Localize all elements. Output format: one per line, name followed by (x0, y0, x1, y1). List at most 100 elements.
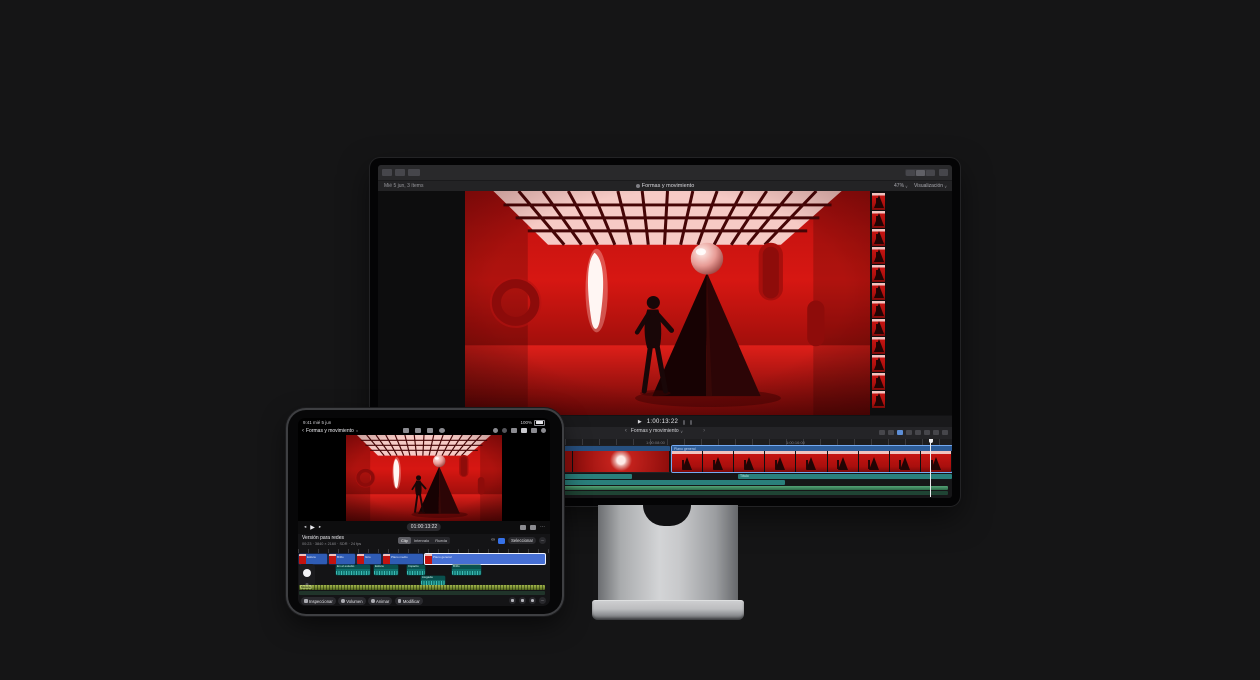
close-icon[interactable] (439, 428, 445, 433)
playhead-handle[interactable] (929, 439, 933, 443)
audio-meter-icon[interactable] (690, 420, 692, 425)
connected-clip[interactable]: Título (738, 474, 952, 479)
connected-clip-label: Llegada (421, 576, 445, 580)
ruler-timecode: 1:00:16:00 (786, 440, 805, 445)
next-project-icon[interactable]: › (703, 428, 705, 434)
fullscreen-icon[interactable] (520, 525, 526, 530)
ipad-connected-clip[interactable]: Impacto (407, 565, 425, 575)
clip-label: Giro (364, 554, 371, 564)
filmstrip-frame (765, 451, 795, 472)
import-icon[interactable] (395, 169, 405, 176)
monitor-stand (598, 505, 738, 603)
layout-icon[interactable] (511, 428, 517, 433)
overflow-icon[interactable]: ⋯ (539, 597, 546, 604)
help-icon[interactable] (502, 428, 507, 433)
view-menu[interactable]: Visualización ∨ (914, 183, 947, 189)
desktop-background: Mié 5 jun, 3 ítems Formas y movimiento 4… (0, 0, 1260, 680)
filmstrip-frame (703, 451, 733, 472)
play-button[interactable]: ▶ (638, 419, 642, 425)
clip-thumbnail (299, 554, 306, 564)
media-browser-icon[interactable] (415, 428, 421, 433)
stand-notch (643, 505, 691, 526)
share-icon[interactable] (939, 169, 948, 176)
grid-icon[interactable] (531, 428, 537, 433)
overlay-view-icon[interactable] (498, 538, 505, 544)
inspect-button[interactable]: Inspeccionar (301, 597, 336, 605)
timeline-project-title: Formas y movimiento (631, 428, 679, 434)
clip-appearance-icon[interactable] (888, 430, 894, 435)
more-icon[interactable]: ⋯ (540, 524, 545, 530)
ipad-timeline-clip[interactable]: Brillo (329, 554, 355, 564)
browser-layout-icon[interactable] (906, 170, 915, 176)
ipad-timeline-clip[interactable]: Giro (357, 554, 381, 564)
inspector-layout-icon[interactable] (926, 170, 935, 176)
volume-button[interactable]: Volumen (338, 597, 365, 605)
ipad-timeline-clip[interactable]: Plano medio (383, 554, 423, 564)
transitions-browser-icon[interactable] (942, 430, 948, 435)
timeline-layout-icon[interactable] (916, 170, 925, 176)
filmstrip-frame (672, 451, 702, 472)
animate-button[interactable]: Animar (368, 597, 392, 605)
segment-wheel[interactable]: Rueda (432, 537, 450, 544)
connected-clip-label: Impacto (407, 565, 425, 569)
sidebar-toggle-icon[interactable] (382, 169, 392, 176)
ipad-audio-lane-collapsed[interactable] (299, 591, 545, 595)
keyframe-icon (371, 599, 375, 603)
ipad-connected-clip[interactable]: Llegada (421, 576, 445, 585)
ipad-play-button[interactable]: ▶ (310, 524, 315, 531)
audio-meter-icon[interactable] (683, 420, 685, 425)
audio-skimming-icon[interactable] (906, 430, 912, 435)
segment-clip[interactable]: Clip (398, 537, 411, 544)
snapping-icon[interactable] (924, 430, 930, 435)
previous-project-icon[interactable]: ‹ (625, 428, 627, 434)
project-icon (636, 184, 640, 188)
jog-wheel-knob[interactable] (303, 569, 311, 577)
pip-icon[interactable] (521, 428, 527, 433)
ipad-body: 9:41 mié 5 jun 100% ‹ Formas y movimient… (288, 410, 562, 614)
browser-filmstrip[interactable] (872, 193, 885, 413)
settings-icon[interactable] (541, 428, 546, 433)
mute-icon[interactable] (529, 597, 536, 604)
timeline-project-menu[interactable]: Formas y movimiento ∨ (631, 428, 683, 434)
skip-back-button[interactable]: ◂ (304, 524, 306, 530)
ipad-connected-clip[interactable]: Esfera (374, 565, 398, 575)
ipad-timecode: 01:00:13:22 (407, 523, 441, 531)
filmstrip-frame (872, 391, 885, 408)
viewer-project-title: Formas y movimiento (642, 183, 695, 189)
timeline-clip-selected[interactable]: Plano general (672, 446, 952, 472)
duplicate-icon[interactable] (519, 597, 526, 604)
zoom-menu[interactable]: 47% ∨ (894, 183, 908, 189)
zoom-fit-icon[interactable] (530, 525, 536, 530)
timeline-more-icon[interactable]: ⋯ (539, 537, 546, 544)
ipad-connected-clip[interactable]: Brillo (452, 565, 481, 575)
ipad-timeline-clip-selected[interactable]: Plano general (425, 554, 545, 564)
index-icon[interactable] (879, 430, 885, 435)
clip-thumbnail (357, 554, 364, 564)
loop-icon[interactable]: ∞ (491, 538, 495, 543)
modify-button[interactable]: Modificar (395, 597, 423, 605)
clock-icon[interactable] (493, 428, 498, 433)
skip-forward-button[interactable]: ▸ (319, 524, 321, 530)
ipad-connected-clip[interactable]: En el estudio (336, 565, 370, 575)
filmstrip-frame (890, 451, 920, 472)
filmstrip-frame (872, 265, 885, 282)
voiceover-icon[interactable] (427, 428, 433, 433)
skimming-icon[interactable] (897, 430, 903, 435)
ipad-timeline-clip[interactable]: Esfera (299, 554, 327, 564)
select-button[interactable]: Seleccionar (508, 537, 536, 544)
clip-thumbnail (425, 554, 432, 564)
playhead[interactable] (930, 439, 931, 497)
ipad-timeline-ruler[interactable] (298, 549, 550, 553)
filmstrip-frame (796, 451, 826, 472)
clip-label: Plano medio (390, 554, 408, 564)
filmstrip-frame (872, 337, 885, 354)
edit-mode-segmented-control[interactable]: Clip Intervalo Rueda (398, 537, 450, 544)
segment-range[interactable]: Intervalo (411, 537, 432, 544)
undo-icon[interactable] (403, 428, 409, 433)
ipad-audio-clip[interactable]: Música (299, 585, 545, 590)
solo-icon[interactable] (915, 430, 921, 435)
delete-icon[interactable] (509, 597, 516, 604)
effects-browser-icon[interactable] (933, 430, 939, 435)
speaker-icon (341, 599, 345, 603)
keyword-icon[interactable] (408, 169, 420, 176)
